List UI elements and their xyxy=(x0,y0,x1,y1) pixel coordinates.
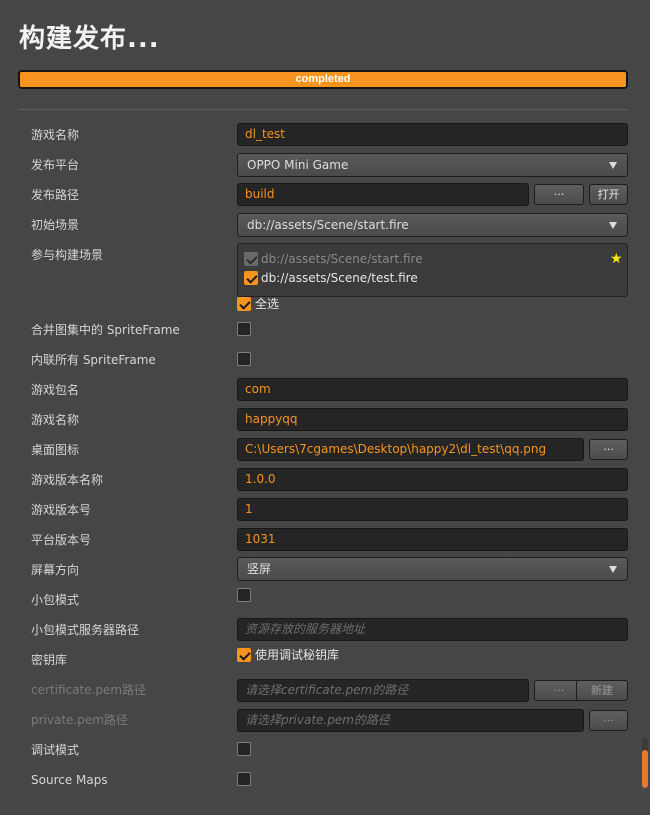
progress-text: completed xyxy=(295,73,351,85)
scene-item-start: db://assets/Scene/start.fire xyxy=(261,252,423,266)
chevron-down-icon xyxy=(609,566,617,573)
game-name-input[interactable]: dl_test xyxy=(237,123,628,146)
build-progress-bar: completed xyxy=(18,70,628,89)
scene-start-checkbox xyxy=(244,252,258,266)
certificate-label: certificate.pem路径 xyxy=(31,683,147,697)
private-key-label: private.pem路径 xyxy=(31,713,128,727)
version-code-label: 游戏版本号 xyxy=(31,503,92,517)
app-name-input[interactable]: happyqq xyxy=(237,408,628,431)
chevron-down-icon xyxy=(609,222,617,229)
certificate-create-button[interactable]: 新建 xyxy=(576,680,628,701)
page-title: 构建发布... xyxy=(19,24,160,54)
platform-select-value: OPPO Mini Game xyxy=(247,158,349,172)
certificate-input[interactable]: 请选择certificate.pem的路径 xyxy=(237,679,529,702)
scenes-label: 参与构建场景 xyxy=(31,248,104,262)
debug-keystore-checkbox[interactable] xyxy=(237,648,251,662)
small-package-server-label: 小包模式服务器路径 xyxy=(31,623,140,637)
scene-list: db://assets/Scene/start.fire ★ db://asse… xyxy=(237,243,628,297)
app-name-label: 游戏名称 xyxy=(31,413,80,427)
build-path-open-button[interactable]: 打开 xyxy=(589,184,628,205)
scene-test-checkbox[interactable] xyxy=(244,271,258,285)
keystore-label: 密钥库 xyxy=(31,653,68,667)
inline-sprite-label: 内联所有 SpriteFrame xyxy=(31,353,156,367)
version-name-input[interactable]: 1.0.0 xyxy=(237,468,628,491)
debug-mode-label: 调试模式 xyxy=(31,743,80,757)
chevron-down-icon xyxy=(609,162,617,169)
desktop-icon-input[interactable]: C:\Users\7cgames\Desktop\happy2\dl_test\… xyxy=(237,438,584,461)
private-key-input[interactable]: 请选择private.pem的路径 xyxy=(237,709,584,732)
package-name-label: 游戏包名 xyxy=(31,383,80,397)
merge-sprite-checkbox[interactable] xyxy=(237,322,251,336)
inline-sprite-checkbox[interactable] xyxy=(237,352,251,366)
orientation-select[interactable]: 竖屏 xyxy=(237,557,628,581)
desktop-icon-label: 桌面图标 xyxy=(31,443,80,457)
version-code-input[interactable]: 1 xyxy=(237,498,628,521)
select-all-label: 全选 xyxy=(255,297,280,311)
build-path-browse-button[interactable]: ··· xyxy=(534,184,584,205)
debug-mode-checkbox[interactable] xyxy=(237,742,251,756)
build-path-input[interactable]: build xyxy=(237,183,529,206)
divider xyxy=(18,109,628,110)
version-name-label: 游戏版本名称 xyxy=(31,473,104,487)
platform-select[interactable]: OPPO Mini Game xyxy=(237,153,628,177)
start-scene-select[interactable]: db://assets/Scene/start.fire xyxy=(237,213,628,237)
platform-version-label: 平台版本号 xyxy=(31,533,92,547)
scrollbar-thumb[interactable] xyxy=(642,750,648,788)
private-key-browse-button[interactable]: ··· xyxy=(589,710,628,731)
orientation-label: 屏幕方向 xyxy=(31,563,80,577)
merge-sprite-label: 合并图集中的 SpriteFrame xyxy=(31,323,180,337)
small-package-server-input[interactable]: 资源存放的服务器地址 xyxy=(237,618,628,641)
platform-label: 发布平台 xyxy=(31,158,80,172)
build-path-label: 发布路径 xyxy=(31,188,80,202)
start-scene-label: 初始场景 xyxy=(31,218,80,232)
select-all-checkbox[interactable] xyxy=(237,297,251,311)
scene-item-test: db://assets/Scene/test.fire xyxy=(261,271,418,285)
star-icon: ★ xyxy=(610,251,623,267)
start-scene-select-value: db://assets/Scene/start.fire xyxy=(247,218,409,232)
desktop-icon-browse-button[interactable]: ··· xyxy=(589,439,628,460)
small-package-label: 小包模式 xyxy=(31,593,80,607)
platform-version-input[interactable]: 1031 xyxy=(237,528,628,551)
debug-keystore-label: 使用调试秘钥库 xyxy=(255,648,340,662)
game-name-label: 游戏名称 xyxy=(31,128,80,142)
source-maps-label: Source Maps xyxy=(31,773,108,787)
package-name-input[interactable]: com xyxy=(237,378,628,401)
small-package-checkbox[interactable] xyxy=(237,588,251,602)
source-maps-checkbox[interactable] xyxy=(237,772,251,786)
orientation-select-value: 竖屏 xyxy=(247,562,272,576)
